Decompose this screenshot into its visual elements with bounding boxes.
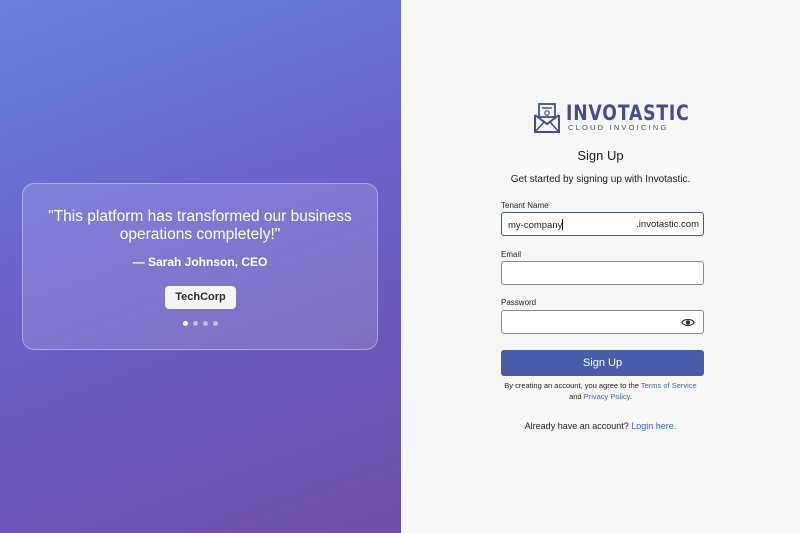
carousel-dots: [23, 321, 377, 326]
envelope-invoice-icon: [534, 103, 560, 133]
testimonial-quote: "This platform has transformed our busin…: [48, 208, 352, 243]
terms-notice: By creating an account, you agree to the…: [504, 381, 697, 401]
email-label: Email: [501, 250, 522, 259]
tenant-domain-suffix: .invotastic.com: [636, 219, 699, 230]
carousel-dot[interactable]: [182, 321, 188, 326]
login-link[interactable]: Login here.: [631, 421, 676, 431]
signup-panel: INVOTASTIC CLOUD INVOICING Sign Up Get s…: [401, 0, 800, 533]
page-subtitle: Get started by signing up with Invotasti…: [510, 174, 691, 185]
page-title: Sign Up: [577, 148, 624, 163]
carousel-dot[interactable]: [192, 321, 198, 326]
terms-of-service-link[interactable]: Terms of Service: [641, 381, 697, 390]
password-field[interactable]: [501, 310, 704, 334]
company-badge: TechCorp: [165, 286, 236, 309]
password-label: Password: [501, 298, 537, 307]
text-caret: [562, 219, 564, 230]
brand-name: INVOTASTIC: [566, 101, 690, 125]
tenant-value: my-company: [508, 220, 563, 231]
signup-button[interactable]: Sign Up: [501, 350, 704, 376]
eye-icon[interactable]: [681, 317, 695, 328]
login-prompt: Already have an account? Login here.: [524, 421, 677, 431]
testimonial-card: "This platform has transformed our busin…: [22, 183, 378, 350]
hero-panel: "This platform has transformed our busin…: [0, 0, 401, 533]
carousel-dot[interactable]: [212, 321, 218, 326]
tenant-input[interactable]: my-company .invotastic.com: [501, 212, 704, 236]
brand-logo: INVOTASTIC CLOUD INVOICING: [534, 103, 717, 133]
tenant-label: Tenant Name: [501, 201, 549, 210]
email-field[interactable]: [501, 261, 704, 285]
privacy-policy-link[interactable]: Privacy Policy: [584, 392, 630, 401]
testimonial-author: — Sarah Johnson, CEO: [132, 255, 268, 269]
carousel-dot[interactable]: [202, 321, 208, 326]
